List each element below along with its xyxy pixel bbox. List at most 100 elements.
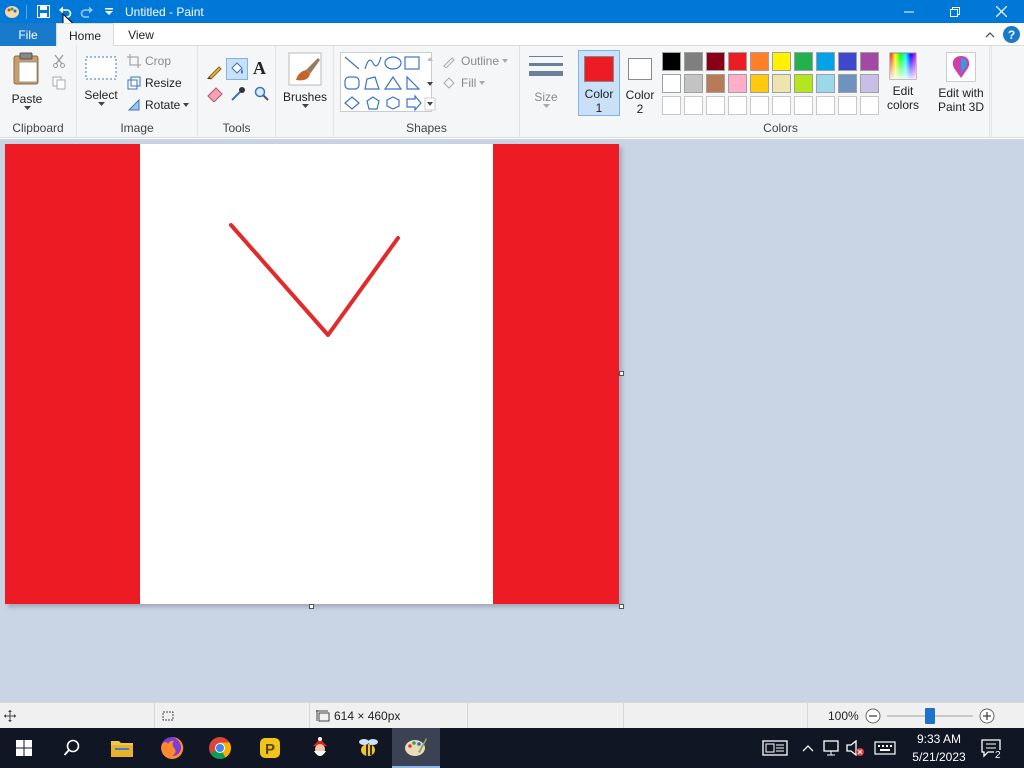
cut-icon[interactable] <box>52 54 66 68</box>
customize-toolbar-icon[interactable] <box>99 2 119 22</box>
outline-button[interactable]: Outline <box>442 54 509 68</box>
palette-color-swatch[interactable] <box>684 52 703 71</box>
palette-color-swatch[interactable] <box>750 52 769 71</box>
palette-color-swatch[interactable] <box>728 52 747 71</box>
palette-color-swatch[interactable] <box>794 52 813 71</box>
crop-button[interactable]: Crop <box>127 54 171 68</box>
help-icon[interactable]: ? <box>1003 26 1020 43</box>
resize-handle-right[interactable] <box>619 371 624 376</box>
zoom-slider-thumb[interactable] <box>924 708 935 724</box>
text-tool-icon[interactable]: A <box>253 58 266 79</box>
chevron-down-icon <box>23 106 31 110</box>
save-icon[interactable] <box>33 2 53 22</box>
redo-icon[interactable] <box>77 2 97 22</box>
palette-color-swatch[interactable] <box>816 74 835 93</box>
custom-color-swatch[interactable] <box>794 96 813 115</box>
palette-color-swatch[interactable] <box>772 74 791 93</box>
custom-color-swatch[interactable] <box>728 96 747 115</box>
close-button[interactable] <box>978 0 1024 23</box>
copy-icon[interactable] <box>52 76 66 90</box>
palette-color-swatch[interactable] <box>662 74 681 93</box>
palette-color-swatch[interactable] <box>772 52 791 71</box>
system-clock[interactable]: 9:33 AM 5/21/2023 <box>904 730 974 766</box>
palette-color-swatch[interactable] <box>860 52 879 71</box>
keyboard-icon[interactable] <box>874 741 896 755</box>
file-explorer-button[interactable] <box>98 728 146 768</box>
maximize-button[interactable] <box>932 0 978 23</box>
paint-palette-icon <box>405 738 427 756</box>
resize-handle-corner[interactable] <box>619 604 624 609</box>
santa-app-button[interactable] <box>296 728 344 768</box>
edit-with-paint3d-button[interactable]: Edit with Paint 3D <box>932 52 990 114</box>
minimize-button[interactable] <box>886 0 932 23</box>
custom-color-swatch[interactable] <box>772 96 791 115</box>
clock-date: 5/21/2023 <box>912 750 966 764</box>
palette-color-swatch[interactable] <box>838 74 857 93</box>
pencil-icon[interactable] <box>206 62 224 80</box>
paint-app-icon[interactable] <box>2 2 22 22</box>
color2-button[interactable]: Color 2 <box>624 50 656 116</box>
custom-color-swatch[interactable] <box>706 96 725 115</box>
chevron-down-icon <box>183 103 190 107</box>
tab-view[interactable]: View <box>118 23 164 46</box>
taskbar: P 9:33 AM 5/21/2023 2 <box>0 728 1024 768</box>
shapes-scrollbar[interactable] <box>424 52 436 112</box>
custom-color-swatch[interactable] <box>816 96 835 115</box>
paint-taskbar-button[interactable] <box>392 728 440 768</box>
firefox-button[interactable] <box>148 728 196 768</box>
fill-button[interactable]: Fill <box>442 76 486 90</box>
canvas-drawing <box>5 144 619 604</box>
news-widget-icon[interactable] <box>762 739 788 757</box>
select-button[interactable]: Select <box>83 56 119 116</box>
start-button[interactable] <box>0 728 48 768</box>
custom-color-swatch[interactable] <box>750 96 769 115</box>
tab-file[interactable]: File <box>0 23 56 46</box>
fill-label: Fill <box>461 76 477 90</box>
resize-handle-bottom[interactable] <box>309 604 314 609</box>
palette-color-swatch[interactable] <box>794 74 813 93</box>
edit-colors-button[interactable]: Edit colors <box>882 52 924 118</box>
drawing-canvas[interactable] <box>5 144 619 604</box>
collapse-ribbon-icon[interactable] <box>985 30 995 40</box>
chevron-up-icon[interactable] <box>802 744 814 752</box>
shapes-gallery[interactable] <box>340 52 432 112</box>
palette-color-swatch[interactable] <box>728 74 747 93</box>
tab-home[interactable]: Home <box>56 23 114 47</box>
custom-color-swatch[interactable] <box>684 96 703 115</box>
yellow-app-button[interactable]: P <box>246 728 294 768</box>
palette-color-swatch[interactable] <box>706 74 725 93</box>
custom-color-swatch[interactable] <box>838 96 857 115</box>
volume-muted-icon[interactable] <box>846 740 864 756</box>
size-button[interactable]: Size <box>526 54 566 108</box>
custom-color-swatch[interactable] <box>860 96 879 115</box>
rotate-label: Rotate <box>145 98 181 112</box>
custom-color-swatch[interactable] <box>662 96 681 115</box>
palette-color-swatch[interactable] <box>816 52 835 71</box>
color-picker-icon[interactable] <box>230 86 246 102</box>
magnifier-icon[interactable] <box>254 86 270 102</box>
chrome-button[interactable] <box>196 728 244 768</box>
color1-button[interactable]: Color 1 <box>578 50 620 116</box>
canvas-workspace[interactable] <box>0 139 1024 702</box>
resize-button[interactable]: Resize <box>127 76 182 90</box>
zoom-out-icon[interactable] <box>865 708 881 724</box>
tools-group: A Tools <box>198 46 276 138</box>
palette-color-swatch[interactable] <box>750 74 769 93</box>
palette-color-swatch[interactable] <box>706 52 725 71</box>
palette-color-swatch[interactable] <box>860 74 879 93</box>
palette-color-swatch[interactable] <box>684 74 703 93</box>
fill-tool[interactable] <box>226 58 248 80</box>
zoom-slider[interactable] <box>886 708 973 724</box>
clipboard-group: Paste Clipboard <box>0 46 77 138</box>
network-icon[interactable] <box>822 740 840 756</box>
palette-color-swatch[interactable] <box>838 52 857 71</box>
rotate-button[interactable]: Rotate <box>127 98 190 112</box>
bee-app-button[interactable] <box>344 728 392 768</box>
zoom-in-icon[interactable] <box>979 708 995 724</box>
brushes-button[interactable]: Brushes <box>282 52 328 108</box>
eraser-icon[interactable] <box>206 86 224 102</box>
palette-color-swatch[interactable] <box>662 52 681 71</box>
search-button[interactable] <box>48 728 96 768</box>
paste-button[interactable]: Paste <box>6 52 48 114</box>
action-center-button[interactable]: 2 <box>980 728 1002 768</box>
